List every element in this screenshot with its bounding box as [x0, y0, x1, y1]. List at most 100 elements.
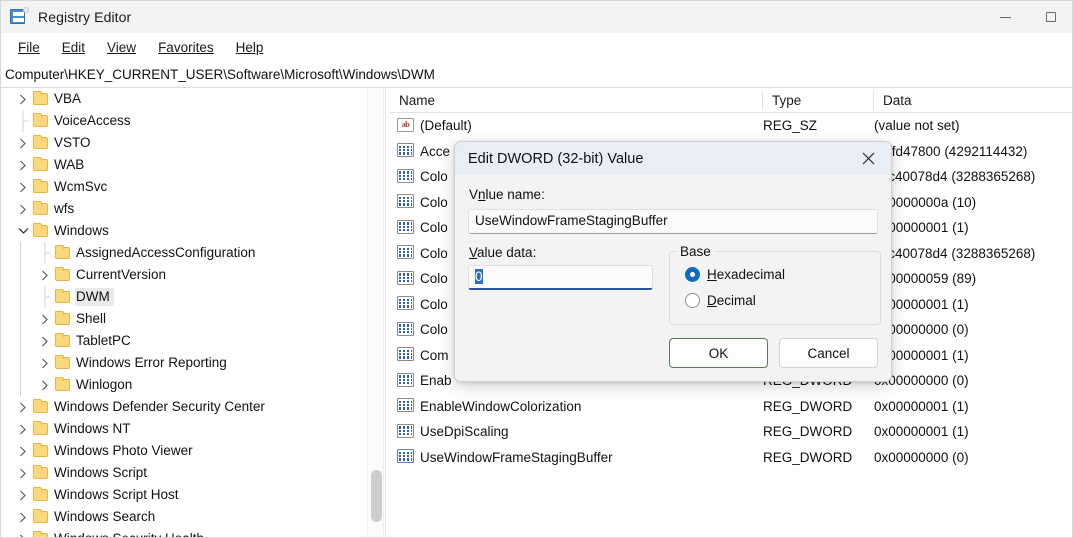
folder-icon: [53, 374, 71, 396]
value-name: Enab: [420, 373, 452, 388]
value-name: Colo: [420, 169, 448, 184]
tree-item-windows-nt[interactable]: Windows NT: [1, 418, 367, 440]
chevron-right-icon[interactable]: [37, 308, 53, 330]
tree-item-label: Windows Search: [53, 508, 159, 526]
chevron-right-icon[interactable]: [15, 528, 31, 538]
pane-splitter[interactable]: [385, 88, 389, 538]
value-name-input[interactable]: UseWindowFrameStagingBuffer: [468, 209, 878, 234]
value-name: (Default): [420, 118, 472, 133]
tree-item-shell[interactable]: Shell: [1, 308, 367, 330]
chevron-right-icon[interactable]: [37, 374, 53, 396]
tree-item-windows-photo-viewer[interactable]: Windows Photo Viewer: [1, 440, 367, 462]
value-name-text: UseWindowFrameStagingBuffer: [475, 213, 668, 228]
value-name: Colo: [420, 220, 448, 235]
tree-scrollbar-thumb[interactable]: [371, 470, 382, 522]
menu-view[interactable]: View: [96, 37, 147, 58]
tree-scrollbar[interactable]: [367, 88, 384, 538]
maximize-button[interactable]: [1028, 1, 1073, 33]
dword-value-icon: [397, 220, 414, 236]
menu-edit[interactable]: Edit: [51, 37, 96, 58]
tree-item-voiceaccess[interactable]: VoiceAccess: [1, 110, 367, 132]
chevron-right-icon[interactable]: [15, 462, 31, 484]
value-data-input[interactable]: 0: [468, 265, 653, 290]
tree-item-tabletpc[interactable]: TabletPC: [1, 330, 367, 352]
tree-item-dwm[interactable]: DWM: [1, 286, 367, 308]
chevron-right-icon[interactable]: [15, 396, 31, 418]
edit-dword-dialog: Edit DWORD (32-bit) Value Vnlue name: Us…: [454, 141, 892, 382]
column-header-type[interactable]: Type: [763, 88, 801, 113]
tree-item-vsto[interactable]: VSTO: [1, 132, 367, 154]
tree-item-windows-defender-security-center[interactable]: Windows Defender Security Center: [1, 396, 367, 418]
tree-item-windows[interactable]: Windows: [1, 220, 367, 242]
cell-name: EnableWindowColorization: [390, 394, 581, 420]
tree-item-windows-script-host[interactable]: Windows Script Host: [1, 484, 367, 506]
table-row[interactable]: UseWindowFrameStagingBufferREG_DWORD0x00…: [390, 445, 1073, 471]
value-name-accel-char: n: [478, 187, 486, 202]
tree-item-windows-error-reporting[interactable]: Windows Error Reporting: [1, 352, 367, 374]
cancel-button[interactable]: Cancel: [779, 338, 878, 368]
ok-button[interactable]: OK: [669, 338, 768, 368]
table-row[interactable]: EnableWindowColorizationREG_DWORD0x00000…: [390, 394, 1073, 420]
tree-item-windows-security-health[interactable]: Windows Security Health: [1, 528, 367, 538]
value-name: UseDpiScaling: [420, 424, 509, 439]
chevron-right-icon[interactable]: [15, 132, 31, 154]
chevron-right-icon[interactable]: [15, 506, 31, 528]
tree-item-currentversion[interactable]: CurrentVersion: [1, 264, 367, 286]
chevron-right-icon[interactable]: [15, 440, 31, 462]
chevron-right-icon[interactable]: [37, 330, 53, 352]
folder-icon: [53, 264, 71, 286]
value-name: Acce: [420, 144, 450, 159]
tree-item-label: Windows Defender Security Center: [53, 398, 269, 416]
menu-help[interactable]: Help: [225, 37, 275, 58]
tree-item-winlogon[interactable]: Winlogon: [1, 374, 367, 396]
chevron-right-icon[interactable]: [37, 264, 53, 286]
chevron-right-icon[interactable]: [15, 88, 31, 110]
cell-name: Colo: [390, 292, 448, 318]
hex-accel-char: H: [707, 267, 717, 282]
value-name: Colo: [420, 271, 448, 286]
chevron-right-icon[interactable]: [15, 176, 31, 198]
value-name-label: Vnlue name:: [469, 187, 545, 202]
dword-value-icon: [397, 194, 414, 210]
radio-hexadecimal[interactable]: Hexadecimal: [685, 267, 785, 282]
radio-decimal-indicator: [685, 293, 700, 308]
chevron-right-icon[interactable]: [15, 198, 31, 220]
minimize-button[interactable]: [982, 1, 1028, 33]
table-row[interactable]: ab(Default)REG_SZ(value not set): [390, 113, 1073, 139]
dialog-body: Vnlue name: UseWindowFrameStagingBuffer …: [455, 175, 891, 382]
chevron-down-icon[interactable]: [15, 220, 31, 242]
menu-help-label: Help: [236, 40, 264, 55]
dialog-close-button[interactable]: [846, 142, 891, 175]
cell-name: Colo: [390, 241, 448, 267]
column-header-data[interactable]: Data: [874, 88, 912, 113]
tree-item-windows-search[interactable]: Windows Search: [1, 506, 367, 528]
cell-name: Colo: [390, 266, 448, 292]
tree-item-assignedaccessconfiguration[interactable]: AssignedAccessConfiguration: [1, 242, 367, 264]
tree-item-wab[interactable]: WAB: [1, 154, 367, 176]
value-name: UseWindowFrameStagingBuffer: [420, 450, 613, 465]
address-bar[interactable]: Computer\HKEY_CURRENT_USER\Software\Micr…: [1, 61, 1073, 88]
chevron-right-icon[interactable]: [15, 484, 31, 506]
tree-item-label: Windows Script Host: [53, 486, 183, 504]
radio-decimal[interactable]: Decimal: [685, 293, 756, 308]
tree-item-label: Windows: [53, 222, 113, 240]
tree-item-label: TabletPC: [75, 332, 135, 350]
chevron-right-icon[interactable]: [15, 418, 31, 440]
cell-data: (value not set): [874, 113, 960, 139]
tree-item-wcmsvc[interactable]: WcmSvc: [1, 176, 367, 198]
dword-value-icon: [397, 143, 414, 159]
tree-item-vba[interactable]: VBA: [1, 88, 367, 110]
tree-item-windows-script[interactable]: Windows Script: [1, 462, 367, 484]
folder-icon: [31, 528, 49, 538]
dword-value-icon: [397, 398, 414, 414]
close-icon: [861, 151, 876, 166]
chevron-right-icon[interactable]: [37, 352, 53, 374]
tree-item-wfs[interactable]: wfs: [1, 198, 367, 220]
menu-file[interactable]: File: [7, 37, 51, 58]
chevron-right-icon[interactable]: [15, 154, 31, 176]
menu-favorites[interactable]: Favorites: [147, 37, 225, 58]
string-value-icon: ab: [397, 118, 414, 134]
table-row[interactable]: UseDpiScalingREG_DWORD0x00000001 (1): [390, 419, 1073, 445]
column-header-name[interactable]: Name: [390, 88, 435, 113]
tree-item-label: WAB: [53, 156, 88, 174]
